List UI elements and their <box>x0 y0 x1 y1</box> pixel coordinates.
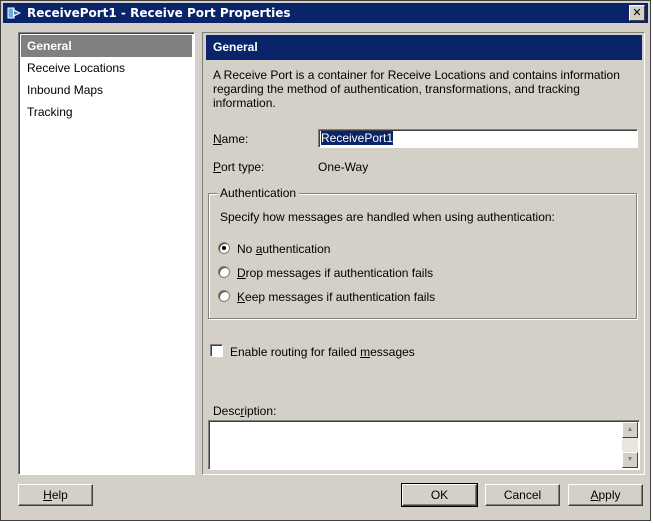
port-type-label: Port type: <box>213 160 265 174</box>
scroll-up-icon[interactable]: ▲ <box>622 422 638 438</box>
authentication-legend: Authentication <box>217 186 300 200</box>
apply-label-rest: pply <box>598 488 621 502</box>
description-scrollbar[interactable]: ▲ ▼ <box>622 422 638 468</box>
help-label-rest: elp <box>51 488 68 502</box>
close-button[interactable]: ✕ <box>629 5 645 21</box>
ok-button[interactable]: OK <box>401 483 478 507</box>
help-button[interactable]: Help <box>18 484 93 506</box>
window-title: ReceivePort1 - Receive Port Properties <box>27 6 291 20</box>
title-bar[interactable]: ReceivePort1 - Receive Port Properties ✕ <box>3 3 648 23</box>
name-label: Name: <box>213 132 249 146</box>
name-value: ReceivePort1 <box>321 131 394 145</box>
drop-messages-label[interactable]: Drop messages if authentication fails <box>237 266 433 280</box>
description-field[interactable]: ▲ ▼ <box>208 420 640 470</box>
authentication-description: Specify how messages are handled when us… <box>220 210 555 224</box>
port-type-value: One-Way <box>318 160 369 174</box>
keep-messages-radio[interactable] <box>218 290 230 302</box>
enable-routing-checkbox[interactable] <box>210 344 223 357</box>
general-page: General A Receive Port is a container fo… <box>202 32 645 475</box>
intro-text: A Receive Port is a container for Receiv… <box>213 68 620 110</box>
enable-routing-label[interactable]: Enable routing for failed messages <box>230 345 415 359</box>
apply-button[interactable]: Apply <box>568 484 643 506</box>
drop-messages-radio[interactable] <box>218 266 230 278</box>
no-authentication-radio[interactable] <box>218 242 230 254</box>
keep-messages-label-rest: eep messages if authentication fails <box>245 290 436 304</box>
nav-item-tracking[interactable]: Tracking <box>19 101 194 123</box>
nav-item-receive-locations[interactable]: Receive Locations <box>19 57 194 79</box>
receive-port-icon <box>7 7 21 19</box>
port-type-label-rest: ort type: <box>221 160 265 174</box>
keep-messages-label[interactable]: Keep messages if authentication fails <box>237 290 435 304</box>
scroll-down-icon[interactable]: ▼ <box>622 452 638 468</box>
nav-item-general[interactable]: General <box>21 35 192 57</box>
properties-dialog: ReceivePort1 - Receive Port Properties ✕… <box>0 0 651 521</box>
radio-selected-dot <box>222 246 226 250</box>
cancel-button[interactable]: Cancel <box>485 484 560 506</box>
drop-messages-label-rest: rop messages if authentication fails <box>245 266 434 280</box>
description-label: Description: <box>213 404 277 418</box>
navigation-pane: General Receive Locations Inbound Maps T… <box>18 32 195 475</box>
page-header: General <box>206 35 642 60</box>
name-field[interactable]: ReceivePort1 <box>318 129 638 148</box>
name-label-rest: ame: <box>221 132 249 146</box>
authentication-group: Authentication Specify how messages are … <box>208 186 637 319</box>
nav-item-inbound-maps[interactable]: Inbound Maps <box>19 79 194 101</box>
no-authentication-label[interactable]: No authentication <box>237 242 330 256</box>
